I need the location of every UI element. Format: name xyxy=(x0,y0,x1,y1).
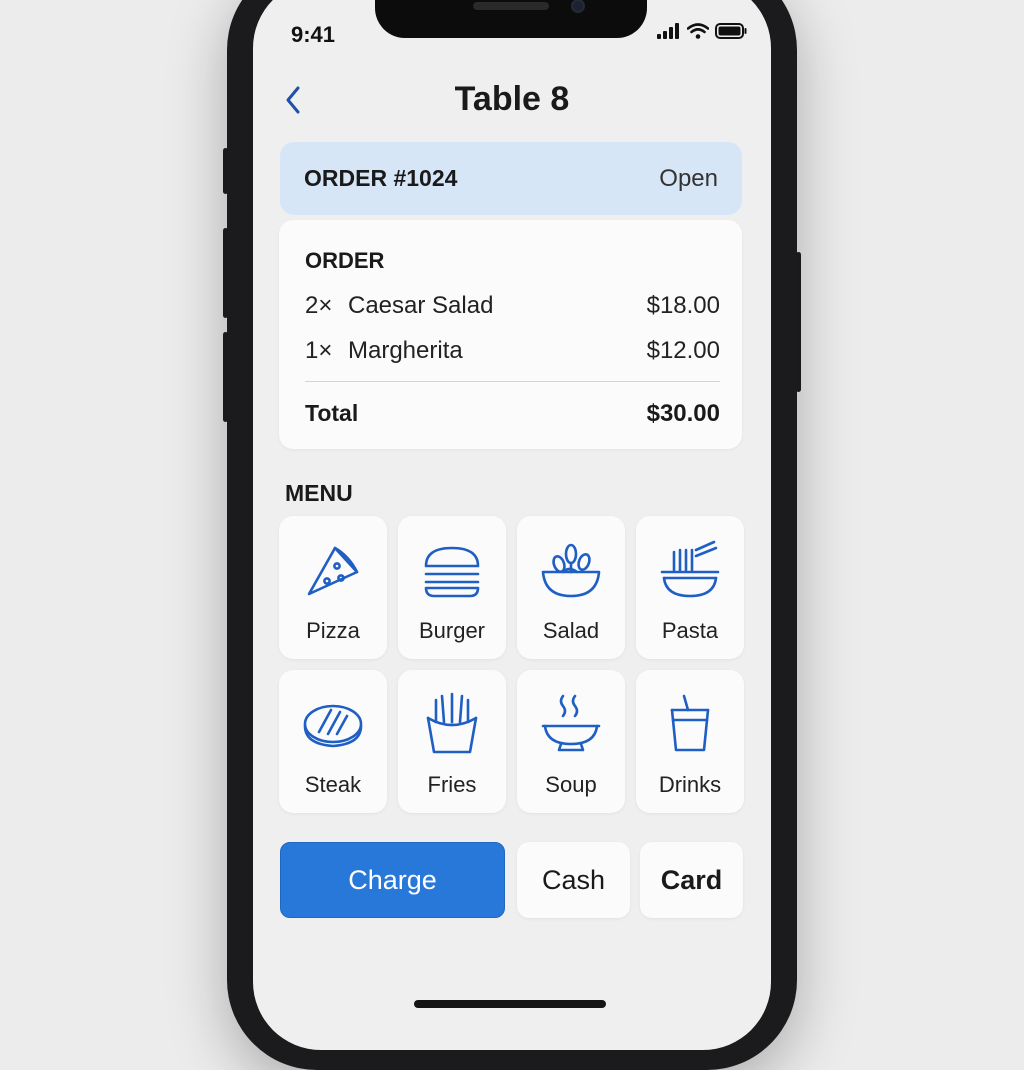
speaker xyxy=(473,2,549,10)
steak-icon xyxy=(303,704,363,748)
total-value: $30.00 xyxy=(646,400,720,427)
line-item-price: $18.00 xyxy=(646,292,720,319)
phone-screen: 9:41 Table 8 ORDER #1024 Open ORDER 2× C… xyxy=(253,0,771,1050)
line-item-name: Margherita xyxy=(348,337,463,364)
menu-item-label: Pizza xyxy=(306,618,360,643)
pasta-icon xyxy=(660,540,720,598)
card-button[interactable]: Card xyxy=(640,842,743,918)
order-number: ORDER #1024 xyxy=(304,165,458,191)
order-line-item[interactable]: 2× Caesar Salad $18.00 xyxy=(305,292,720,322)
volume-down-button xyxy=(223,332,228,422)
menu-item-fries[interactable]: Fries xyxy=(398,670,506,813)
menu-item-label: Burger xyxy=(418,618,486,643)
order-line-item[interactable]: 1× Margherita $12.00 xyxy=(305,337,720,367)
charge-button[interactable]: Charge xyxy=(280,842,505,918)
menu-item-salad[interactable]: Salad xyxy=(517,516,625,659)
menu-item-label: Pasta xyxy=(661,618,719,643)
order-section-title: ORDER xyxy=(305,248,385,273)
line-item-price: $12.00 xyxy=(646,337,720,364)
front-camera xyxy=(571,0,585,13)
status-time: 9:41 xyxy=(291,22,336,47)
menu-item-steak[interactable]: Steak xyxy=(279,670,387,813)
menu-item-pasta[interactable]: Pasta xyxy=(636,516,744,659)
volume-up-button xyxy=(223,228,228,318)
mute-switch xyxy=(223,148,228,194)
menu-item-pizza[interactable]: Pizza xyxy=(279,516,387,659)
divider xyxy=(305,381,720,382)
menu-item-drinks[interactable]: Drinks xyxy=(636,670,744,813)
payment-actions: Charge Cash Card xyxy=(280,842,744,918)
menu-title: MENU xyxy=(285,480,353,506)
menu-item-soup[interactable]: Soup xyxy=(517,670,625,813)
pizza-icon xyxy=(307,546,359,596)
line-item-qty: 1× xyxy=(305,337,333,364)
cellular-signal-icon xyxy=(657,23,679,39)
menu-item-burger[interactable]: Burger xyxy=(398,516,506,659)
burger-icon xyxy=(424,546,480,598)
cash-button[interactable]: Cash xyxy=(517,842,630,918)
home-indicator xyxy=(414,1000,606,1008)
power-button xyxy=(796,252,801,392)
order-status: Open xyxy=(659,164,718,192)
total-label: Total xyxy=(305,400,359,426)
page-title: Table 8 xyxy=(454,80,570,118)
line-item-name: Caesar Salad xyxy=(348,292,494,319)
wifi-icon xyxy=(687,23,709,39)
status-icons xyxy=(657,23,747,39)
fries-icon xyxy=(426,692,478,754)
drinks-icon xyxy=(670,694,710,752)
menu-grid: Pizza Burger Salad Pasta Steak Fries Sou… xyxy=(279,516,744,813)
salad-icon xyxy=(541,543,601,598)
menu-item-label: Fries xyxy=(427,772,477,797)
line-item-qty: 2× xyxy=(305,292,333,319)
menu-item-label: Drinks xyxy=(658,772,722,797)
menu-item-label: Steak xyxy=(304,772,362,797)
soup-icon xyxy=(541,694,601,752)
battery-icon xyxy=(715,23,747,39)
menu-item-label: Salad xyxy=(542,618,600,643)
order-summary-card: ORDER 2× Caesar Salad $18.00 1× Margheri… xyxy=(279,220,742,449)
menu-item-label: Soup xyxy=(545,772,597,797)
notch xyxy=(375,0,647,38)
order-header: ORDER #1024 Open xyxy=(280,142,742,215)
